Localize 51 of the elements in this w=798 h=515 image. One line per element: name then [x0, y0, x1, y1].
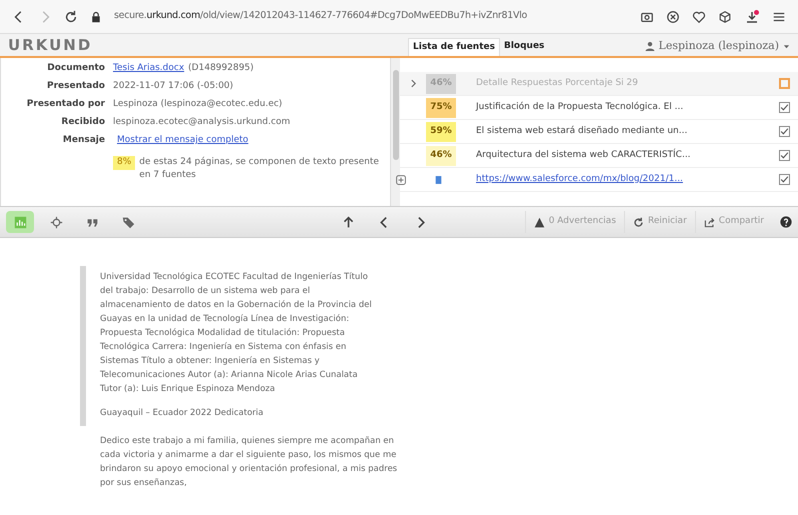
checkbox[interactable] [779, 150, 790, 161]
tab[interactable]: Bloques [500, 38, 548, 56]
percent-badge: 59% [426, 122, 456, 142]
help-icon[interactable] [780, 216, 792, 228]
source-title: El sistema web estará diseñado mediante un... [475, 124, 688, 138]
percent-badge: 46% [426, 74, 456, 94]
document-paragraph: Guayaquil – Ecuador 2022 Dedicatoria [100, 407, 264, 420]
reload-icon[interactable] [64, 10, 78, 24]
field-value: (D148992895) [188, 62, 254, 76]
field-label: Presentado [46, 80, 105, 94]
download-icon[interactable] [744, 8, 760, 24]
checkbox[interactable] [779, 78, 790, 89]
share-icon [704, 216, 715, 228]
field-value: lespinoza.ecotec@analysis.urkund.com [113, 116, 290, 130]
cube-icon[interactable] [718, 10, 732, 24]
checkbox[interactable] [779, 126, 790, 137]
link[interactable]: Tesis Arias.docx [113, 62, 184, 76]
source-title: Arquitectura del sistema web CARACTERISTÍC... [475, 148, 692, 162]
heart-icon[interactable] [692, 10, 706, 24]
source-title: Detalle Respuestas Porcentaje Si 29 [475, 76, 639, 90]
blocked-icon[interactable] [666, 10, 680, 24]
refresh-icon [633, 216, 644, 228]
user-icon [644, 41, 655, 52]
field-label: Presentado por [26, 98, 105, 112]
document-paragraph: Dedico este trabajo a mi familia, quienes siempre me acompañan en cada victoria y animarme a dar el siguiente paso, los mismos que me brindaron su apoyo emocional y orientación profesional, a mis padres por sus enseñanzas, [100, 435, 398, 490]
percent-badge: 8% [113, 156, 136, 170]
lock-icon [90, 10, 102, 22]
field-label: Recibido [60, 116, 105, 130]
scrollbar[interactable] [390, 58, 400, 206]
tab[interactable]: Lista de fuentes [408, 38, 500, 56]
expand-icon[interactable] [396, 174, 406, 184]
source-title: Justificación de la Propuesta Tecnológica. El ... [474, 100, 684, 114]
document-paragraph: Universidad Tecnológica ECOTEC Facultad de Ingenierías Título del trabajo: Desarrollo de un sistema web para el almacenamiento de datos en la Gobernación de la Provincia del Guayas en la unidad de Tecnología Línea de Investigación: Propuesta Tecnológica Modalidad de titulación: Propuesta Tecnológica Carrera: Ingeniería en Sistema con énfasis en Sistemas Título a obtener: Ingeniería en Sistemas y Telecomunicaciones Autor (a): Arianna Nicole Arias Cunalata Tutor (a): Luis Enrique Espinoza Mendoza [100, 271, 373, 396]
percent-badge: 75% [426, 98, 456, 118]
warning-icon [534, 216, 545, 228]
percent-badge: 46% [426, 146, 456, 166]
field-label: Mensaje [62, 134, 105, 148]
summary-text: de estas 24 páginas, se componen de texto presente en 7 fuentes [139, 156, 380, 180]
source-link[interactable]: https://www.salesforce.com/mx/blog/2021/1... [460, 172, 779, 186]
checkbox[interactable] [779, 102, 790, 113]
user-name: Lespinoza (lespinoza) [658, 38, 779, 54]
user-menu[interactable]: Lespinoza (lespinoza) [644, 38, 790, 54]
field-value: Lespinoza (lespinoza@ecotec.edu.ec) [113, 98, 282, 112]
field-value: 2022-11-07 17:06 (-05:00) [113, 80, 234, 94]
document-icon [434, 174, 443, 184]
link[interactable]: Mostrar el mensaje completo [117, 134, 248, 148]
checkbox[interactable] [779, 174, 790, 185]
urkund-logo: URKUND [8, 34, 92, 56]
chevron-icon[interactable] [409, 79, 418, 88]
field-label: Documento [46, 62, 105, 76]
caret-icon [783, 42, 790, 50]
